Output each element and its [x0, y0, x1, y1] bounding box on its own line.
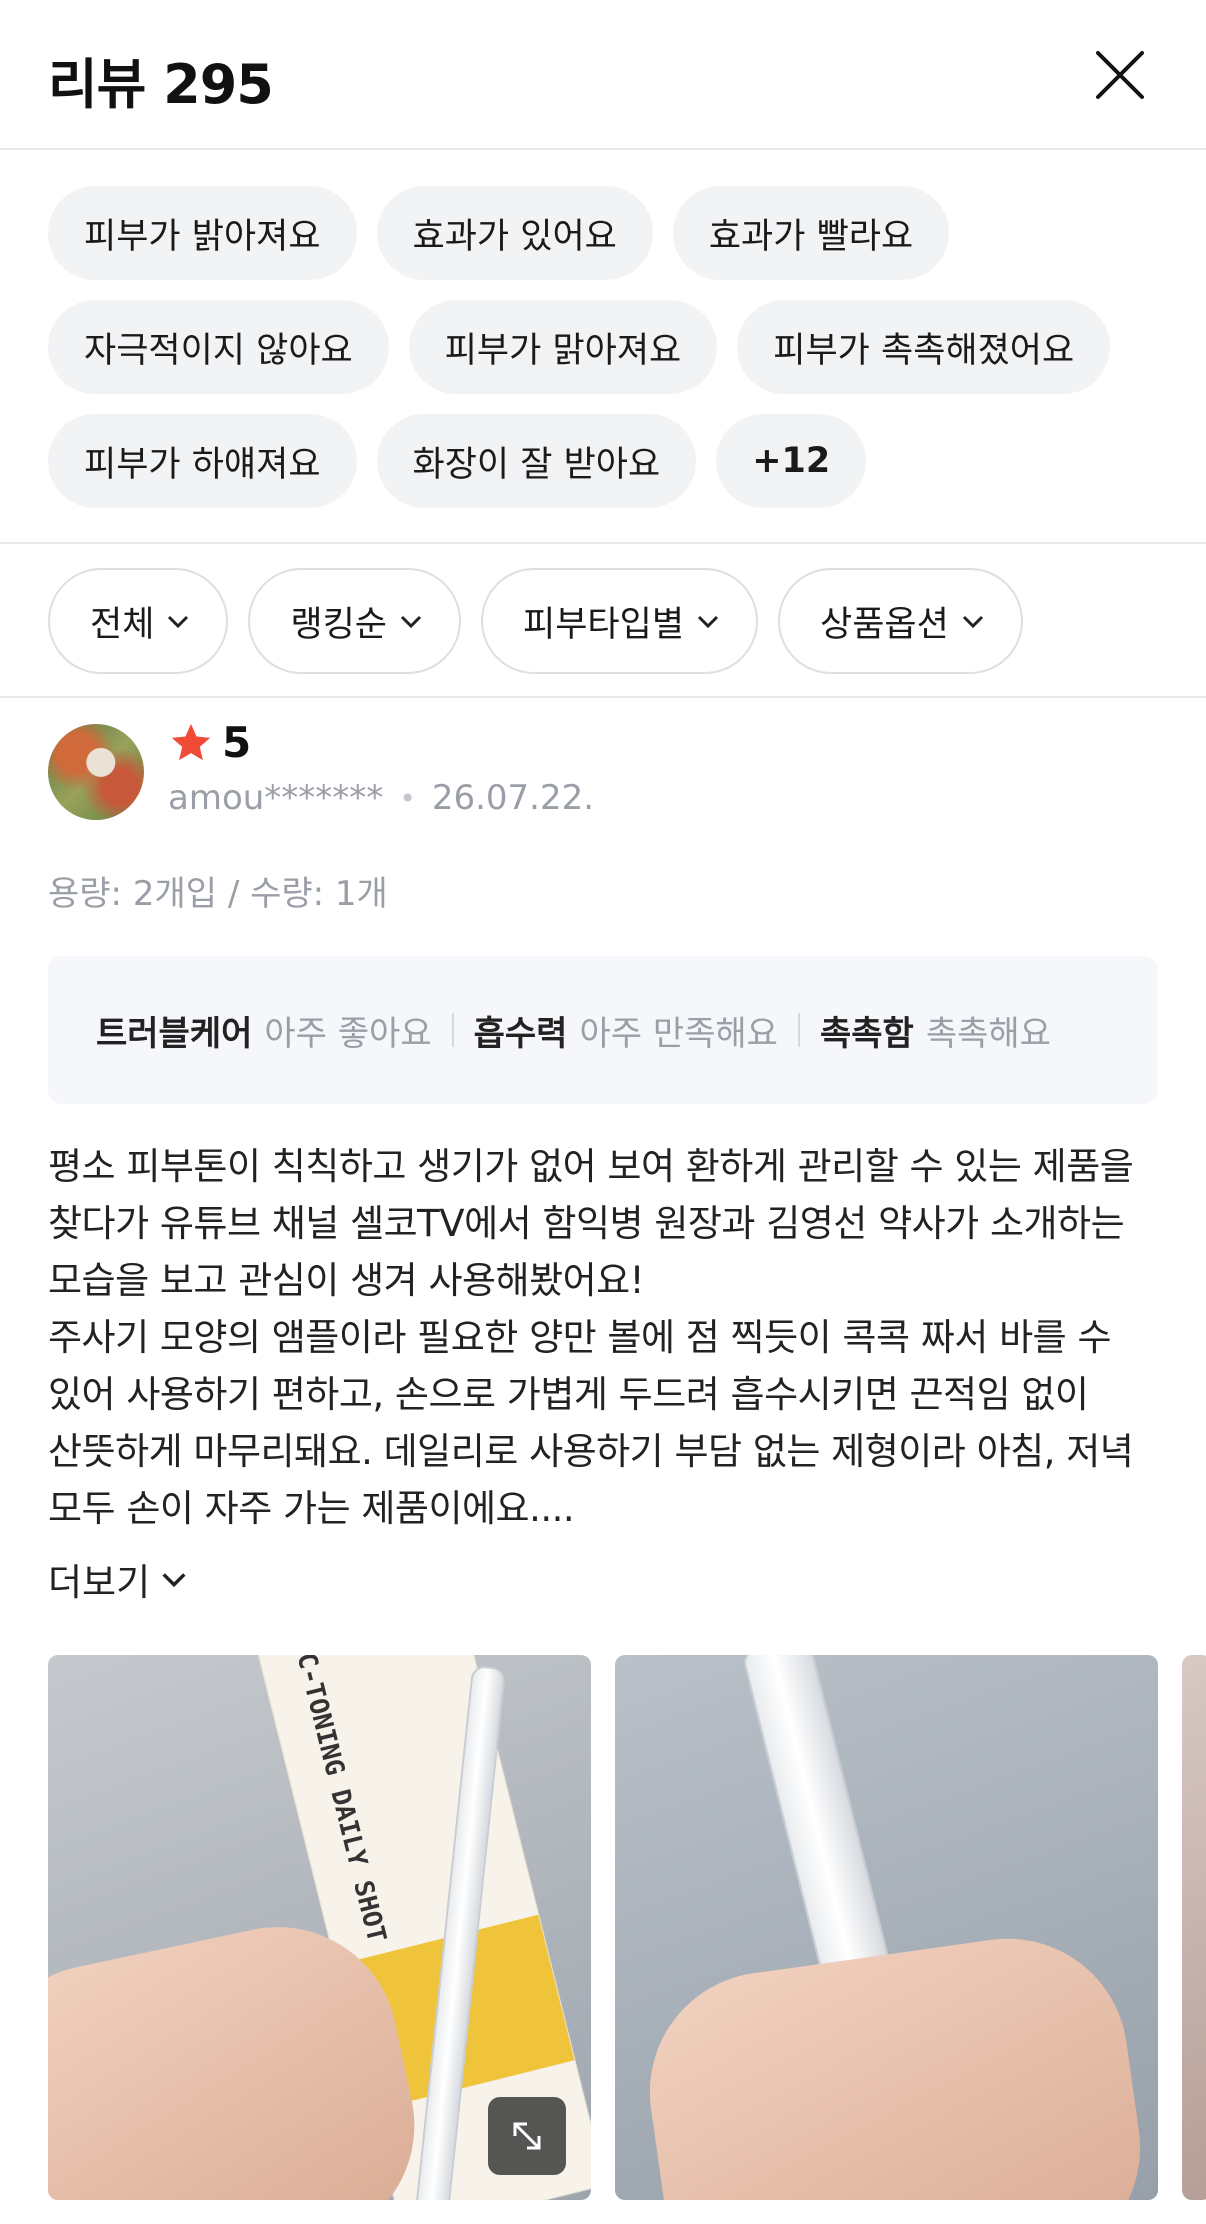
close-button[interactable] — [1090, 45, 1150, 105]
tag-row: 피부가 하얘져요 화장이 잘 받아요 +12 — [48, 414, 1168, 508]
expand-icon — [513, 2122, 541, 2150]
hand-graphic — [634, 1923, 1156, 2200]
eval-divider — [797, 1013, 800, 1047]
filter-skin-type-dropdown[interactable]: 피부타입별 — [481, 568, 759, 674]
review-line: 산뜻하게 마무리돼요. 데일리로 사용하기 부담 없는 제형이라 아침, 저녁 — [48, 1430, 1134, 1473]
review-line: 모습을 보고 관심이 생겨 사용해봤어요! — [48, 1259, 645, 1302]
read-more-label: 더보기 — [48, 1561, 151, 1604]
divider — [0, 696, 1206, 698]
keyword-tags: 피부가 밝아져요 효과가 있어요 효과가 빨라요 자극적이지 않아요 피부가 맑… — [48, 186, 1168, 528]
eval-divider — [451, 1013, 454, 1047]
chevron-down-icon — [168, 615, 189, 629]
review-line: 찾다가 유튜브 채널 셀코TV에서 함익병 원장과 김영선 약사가 소개하는 — [48, 1202, 1125, 1245]
review-body: 평소 피부톤이 칙칙하고 생기가 없어 보여 환하게 관리할 수 있는 제품을 … — [48, 1138, 1168, 1537]
chevron-down-icon — [162, 1573, 186, 1588]
chevron-down-icon — [962, 615, 983, 629]
more-tags-chip[interactable]: +12 — [716, 414, 867, 508]
tag-chip[interactable]: 피부가 밝아져요 — [48, 186, 357, 280]
purchase-option: 용량: 2개입 / 수량: 1개 — [48, 874, 388, 914]
tag-chip[interactable]: 효과가 빨라요 — [672, 186, 950, 280]
page-title: 리뷰 295 — [48, 53, 274, 116]
close-icon — [1096, 51, 1144, 99]
review-line: 주사기 모양의 앰플이라 필요한 양만 볼에 점 찍듯이 콕콕 짜서 바를 수 — [48, 1316, 1112, 1359]
rating: 5 — [168, 718, 251, 767]
evaluation-summary: 트러블케어 아주 좋아요 흡수력 아주 만족해요 촉촉함 촉촉해요 — [48, 956, 1158, 1104]
review-line: 있어 사용하기 편하고, 손으로 가볍게 두드려 흡수시키면 끈적임 없이 — [48, 1373, 1089, 1416]
filter-label: 전체 — [90, 604, 155, 645]
separator-dot: • — [399, 781, 416, 815]
tag-chip[interactable]: 효과가 있어요 — [376, 186, 653, 280]
eval-key: 흡수력 — [473, 1013, 568, 1054]
eval-value: 아주 좋아요 — [264, 1013, 432, 1054]
header: 리뷰 295 — [0, 0, 1206, 150]
review-date: 26.07.22. — [431, 778, 595, 818]
review-line: 모두 손이 자주 가는 제품이에요.... — [48, 1487, 575, 1530]
expand-photo-button[interactable] — [488, 2097, 566, 2175]
username: amou******* — [168, 778, 384, 818]
rating-value: 5 — [222, 718, 252, 767]
filter-option-dropdown[interactable]: 상품옵션 — [778, 568, 1023, 674]
tag-chip[interactable]: 피부가 맑아져요 — [408, 300, 718, 394]
review-line: 평소 피부톤이 칙칙하고 생기가 없어 보여 환하게 관리할 수 있는 제품을 — [48, 1145, 1134, 1188]
product-box-text: C-TONING DAILY SHOT — [290, 1655, 392, 1946]
eval-value: 아주 만족해요 — [579, 1013, 778, 1054]
divider — [0, 542, 1206, 544]
eval-key: 촉촉함 — [819, 1013, 914, 1054]
tag-row: 자극적이지 않아요 피부가 맑아져요 피부가 촉촉해졌어요 — [48, 300, 1168, 394]
filter-bar: 전체 랭킹순 피부타입별 상품옵션 — [48, 568, 1043, 674]
filter-sort-dropdown[interactable]: 랭킹순 — [248, 568, 462, 674]
eval-key: 트러블케어 — [96, 1013, 253, 1054]
filter-all-dropdown[interactable]: 전체 — [48, 568, 229, 674]
review-photo[interactable] — [615, 1655, 1158, 2200]
chevron-down-icon — [400, 615, 422, 629]
tag-chip[interactable]: 자극적이지 않아요 — [48, 300, 389, 394]
tag-chip[interactable]: 피부가 촉촉해졌어요 — [737, 300, 1111, 394]
filter-label: 랭킹순 — [290, 604, 388, 645]
eval-value: 촉촉해요 — [925, 1013, 1051, 1054]
avatar[interactable] — [48, 724, 144, 820]
tag-row: 피부가 밝아져요 효과가 있어요 효과가 빨라요 — [48, 186, 1168, 280]
tag-chip[interactable]: 화장이 잘 받아요 — [376, 414, 697, 508]
star-icon — [171, 723, 211, 760]
review-meta: amou******* • 26.07.22. — [168, 778, 594, 818]
review-page: 리뷰 295 피부가 밝아져요 효과가 있어요 효과가 빨라요 자극적이지 않아… — [0, 0, 1206, 2224]
filter-label: 상품옵션 — [820, 604, 949, 645]
review-photo[interactable] — [1182, 1655, 1206, 2200]
chevron-down-icon — [697, 615, 719, 629]
tag-chip[interactable]: 피부가 하얘져요 — [48, 414, 357, 508]
read-more-button[interactable]: 더보기 — [48, 1552, 190, 1606]
filter-label: 피부타입별 — [523, 604, 685, 645]
